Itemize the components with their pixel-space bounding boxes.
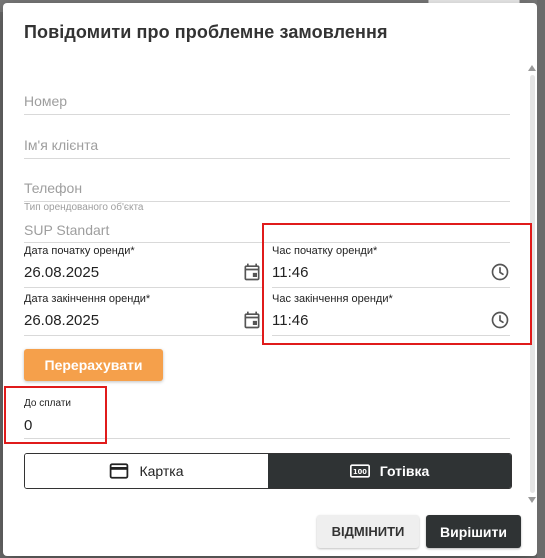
scroll-down-arrow-icon[interactable] — [528, 497, 536, 503]
payment-option-card[interactable]: Картка — [25, 454, 268, 488]
end-date-underline — [24, 335, 262, 336]
payment-option-card-label: Картка — [139, 463, 184, 479]
svg-text:100: 100 — [353, 468, 367, 476]
recalculate-button[interactable]: Перерахувати — [24, 349, 163, 381]
payment-option-cash[interactable]: 100 Готівка — [268, 454, 511, 488]
resolve-button[interactable]: Вирішити — [426, 515, 521, 548]
rental-object-value: SUP Standart — [24, 222, 110, 238]
calendar-icon[interactable] — [242, 262, 262, 282]
start-date-label: Дата початку оренди* — [24, 245, 135, 257]
start-date-underline — [24, 287, 262, 288]
start-date-field[interactable]: Дата початку оренди* 26.08.2025 — [24, 244, 262, 288]
highlight-to-pay — [4, 386, 107, 444]
highlight-time-fields — [262, 223, 532, 345]
scroll-up-arrow-icon[interactable] — [528, 65, 536, 71]
dialog-title: Повідомити про проблемне замовлення — [24, 22, 388, 42]
payment-method-toggle: Картка 100 Готівка — [24, 453, 512, 489]
cancel-button[interactable]: ВІДМІНИТИ — [317, 515, 419, 548]
backdrop-right — [537, 0, 545, 558]
rental-object-label: Тип орендованого об'єкта — [24, 202, 144, 213]
end-date-value: 26.08.2025 — [24, 312, 100, 329]
end-date-field[interactable]: Дата закінчення оренди* 26.08.2025 — [24, 292, 262, 336]
cash-icon: 100 — [349, 464, 380, 478]
phone-field[interactable]: Телефон — [24, 151, 510, 203]
credit-card-icon — [109, 463, 139, 479]
payment-option-cash-label: Готівка — [379, 463, 430, 479]
calendar-icon[interactable] — [242, 310, 262, 330]
phone-placeholder: Телефон — [24, 180, 83, 196]
start-date-value: 26.08.2025 — [24, 264, 100, 281]
end-date-label: Дата закінчення оренди* — [24, 293, 151, 305]
